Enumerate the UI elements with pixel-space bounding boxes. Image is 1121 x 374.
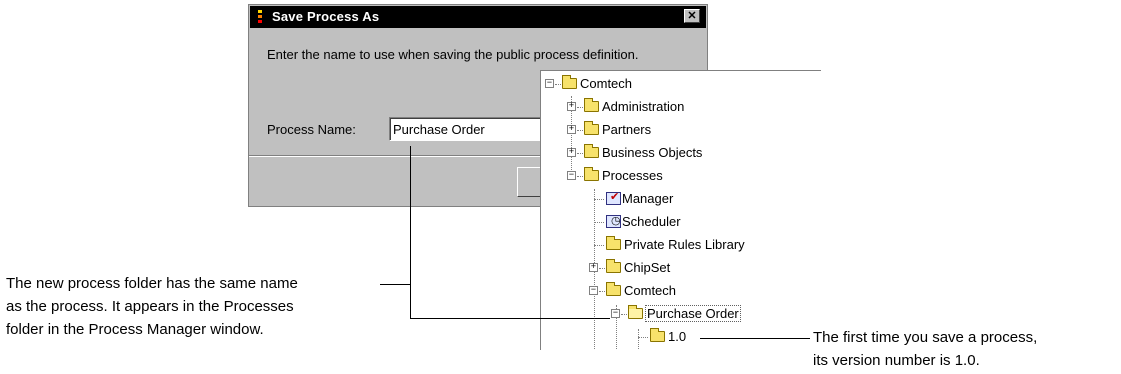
callout-left: The new process folder has the same name… <box>6 272 376 341</box>
tree-node-comtech-sub[interactable]: − Comtech <box>589 282 809 300</box>
folder-icon <box>606 282 621 296</box>
scheduler-icon <box>606 214 621 228</box>
tree-node-private-rules-library[interactable]: Private Rules Library <box>589 236 819 254</box>
collapse-icon[interactable]: − <box>589 286 598 295</box>
collapse-icon[interactable]: − <box>545 79 554 88</box>
tree-node-label: 1.0 <box>668 329 687 344</box>
callout-line-right <box>700 338 810 339</box>
tree-node-label: ChipSet <box>624 260 671 275</box>
callout-right-line-2: its version number is 1.0. <box>813 352 980 369</box>
tree-node-label: Comtech <box>624 283 677 298</box>
tree-node-scheduler[interactable]: Scheduler <box>589 213 809 231</box>
tree-node-chipset[interactable]: + ChipSet <box>589 259 809 277</box>
callout-right-line-1: The first time you save a process, <box>813 329 1038 346</box>
folder-icon <box>606 236 621 250</box>
manager-icon <box>606 190 621 205</box>
tree-node-purchase-order[interactable]: − Purchase Order <box>611 305 811 323</box>
tree-node-comtech[interactable]: − Comtech <box>545 75 815 93</box>
folder-icon <box>584 167 599 181</box>
folder-icon <box>650 328 665 342</box>
close-icon[interactable]: ✕ <box>684 9 700 23</box>
process-name-label: Process Name: <box>267 122 356 137</box>
callout-left-line-2: as the process. It appears in the Proces… <box>6 298 294 315</box>
folder-icon <box>562 75 577 89</box>
collapse-icon[interactable]: − <box>611 309 620 318</box>
tree-node-processes[interactable]: − Processes <box>567 167 817 185</box>
tree-node-label: Private Rules Library <box>624 237 745 252</box>
expand-icon[interactable]: + <box>567 148 576 157</box>
expand-icon[interactable]: + <box>567 102 576 111</box>
tree-node-label: Partners <box>602 122 652 137</box>
tree-node-label: Processes <box>602 168 663 183</box>
collapse-icon[interactable]: − <box>567 171 576 180</box>
tree-node-label: Comtech <box>580 76 633 91</box>
folder-icon <box>584 98 599 112</box>
callout-line-left-bottom <box>410 318 610 319</box>
tree-node-partners[interactable]: + Partners <box>567 121 817 139</box>
folder-icon <box>584 144 599 158</box>
tree-node-version[interactable]: 1.0 <box>633 328 753 346</box>
callout-line-left-h <box>380 284 410 285</box>
tree-node-label: Manager <box>622 191 674 206</box>
tree-node-label: Scheduler <box>622 214 681 229</box>
dialog-title: Save Process As <box>272 9 380 24</box>
folder-icon <box>606 259 621 273</box>
tree-node-business-objects[interactable]: + Business Objects <box>567 144 817 162</box>
callout-line-left-v <box>410 146 411 319</box>
app-icon <box>258 10 262 24</box>
callout-left-line-1: The new process folder has the same name <box>6 275 298 292</box>
open-folder-icon <box>628 305 643 319</box>
callout-right: The first time you save a process, its v… <box>813 326 1118 372</box>
tree-node-label: Business Objects <box>602 145 703 160</box>
tree-node-manager[interactable]: Manager <box>589 190 809 208</box>
expand-icon[interactable]: + <box>567 125 576 134</box>
process-tree: − Comtech + Administration + Partners + … <box>540 70 821 350</box>
folder-icon <box>584 121 599 135</box>
expand-icon[interactable]: + <box>589 263 598 272</box>
tree-node-label: Administration <box>602 99 685 114</box>
dialog-title-bar[interactable]: Save Process As ✕ <box>250 6 706 28</box>
dialog-prompt: Enter the name to use when saving the pu… <box>267 47 639 62</box>
tree-node-administration[interactable]: + Administration <box>567 98 817 116</box>
tree-node-label: Purchase Order <box>645 305 741 322</box>
callout-left-line-3: folder in the Process Manager window. <box>6 321 264 338</box>
